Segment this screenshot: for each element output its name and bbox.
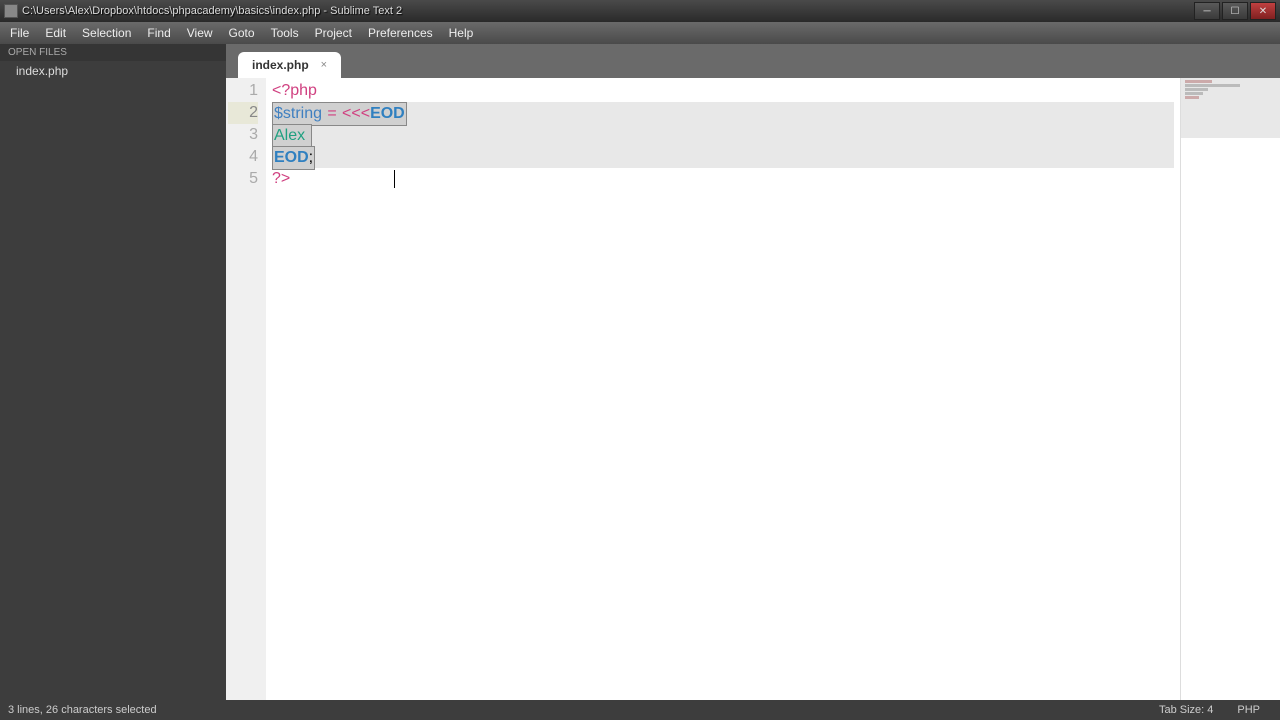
sidebar-header: OPEN FILES [0, 44, 226, 61]
window-controls: ─ ☐ ✕ [1194, 2, 1276, 20]
menu-goto[interactable]: Goto [221, 24, 263, 42]
code-content[interactable]: <?php $string·=·<<<EOD Alex EOD; ?> [266, 78, 1180, 700]
code-line-1: <?php [272, 80, 1174, 102]
code-line-4: EOD; [272, 146, 1174, 168]
editor-area: index.php × 1 2 3 4 5 <?php $string·=·<<… [226, 44, 1280, 700]
sidebar-item-file[interactable]: index.php [0, 61, 226, 81]
menu-tools[interactable]: Tools [263, 24, 307, 42]
menu-project[interactable]: Project [307, 24, 360, 42]
code-line-5: ?> [272, 168, 1174, 190]
code-line-3: Alex [272, 124, 1174, 146]
line-number: 1 [228, 80, 258, 102]
line-number: 3 [228, 124, 258, 146]
tab-close-icon[interactable]: × [321, 59, 327, 71]
sidebar: OPEN FILES index.php [0, 44, 226, 700]
maximize-button[interactable]: ☐ [1222, 2, 1248, 20]
menu-selection[interactable]: Selection [74, 24, 139, 42]
app-icon [4, 4, 18, 18]
menu-find[interactable]: Find [139, 24, 178, 42]
minimize-button[interactable]: ─ [1194, 2, 1220, 20]
line-number: 5 [228, 168, 258, 190]
menu-file[interactable]: File [2, 24, 37, 42]
code-area[interactable]: 1 2 3 4 5 <?php $string·=·<<<EOD Alex EO… [226, 78, 1280, 700]
gutter: 1 2 3 4 5 [226, 78, 266, 700]
window-title: C:\Users\Alex\Dropbox\htdocs\phpacademy\… [22, 5, 1194, 17]
line-number: 2 [228, 102, 258, 124]
close-button[interactable]: ✕ [1250, 2, 1276, 20]
menu-edit[interactable]: Edit [37, 24, 74, 42]
tab-index[interactable]: index.php × [238, 52, 341, 78]
menu-view[interactable]: View [179, 24, 221, 42]
tab-bar: index.php × [226, 44, 1280, 78]
minimap[interactable] [1180, 78, 1280, 700]
status-language[interactable]: PHP [1225, 704, 1272, 716]
titlebar: C:\Users\Alex\Dropbox\htdocs\phpacademy\… [0, 0, 1280, 22]
main-area: OPEN FILES index.php index.php × 1 2 3 4… [0, 44, 1280, 700]
menu-preferences[interactable]: Preferences [360, 24, 441, 42]
tab-title: index.php [252, 58, 309, 72]
statusbar: 3 lines, 26 characters selected Tab Size… [0, 700, 1280, 720]
menubar: File Edit Selection Find View Goto Tools… [0, 22, 1280, 44]
text-caret [394, 170, 395, 188]
minimap-content [1185, 80, 1276, 100]
menu-help[interactable]: Help [441, 24, 482, 42]
status-tabsize[interactable]: Tab Size: 4 [1147, 704, 1225, 716]
code-line-2: $string·=·<<<EOD [272, 102, 1174, 124]
line-number: 4 [228, 146, 258, 168]
status-selection: 3 lines, 26 characters selected [8, 704, 1147, 716]
